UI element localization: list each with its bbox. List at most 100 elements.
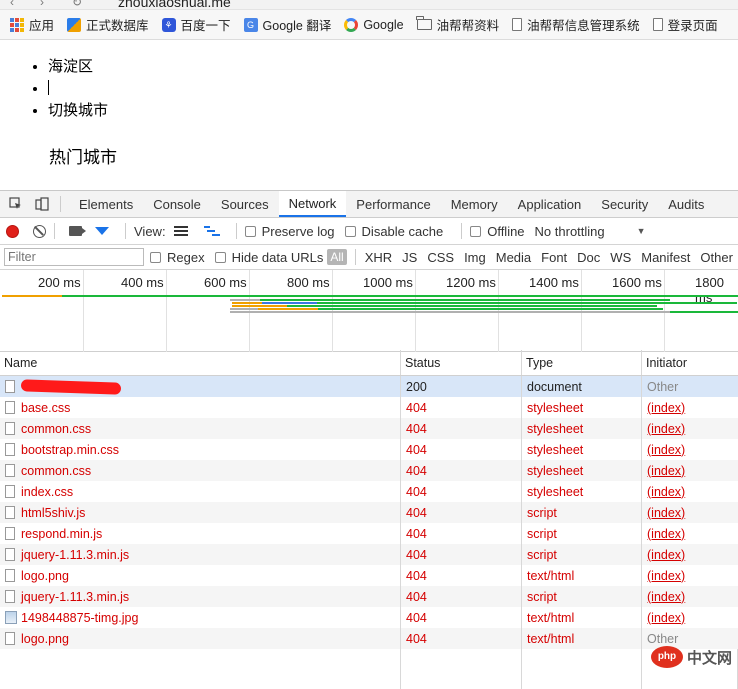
type-filter-img[interactable]: Img	[459, 250, 491, 265]
tick-label: 600 ms	[204, 275, 247, 290]
initiator-link[interactable]: (index)	[647, 548, 685, 562]
table-row[interactable]: 200 document Other	[0, 376, 738, 397]
list-item[interactable]: 海淀区	[48, 56, 108, 78]
table-row[interactable]: jquery-1.11.3.min.js 404 script (index)	[0, 544, 738, 565]
initiator-link[interactable]: (index)	[647, 569, 685, 583]
list-item-caret[interactable]	[48, 78, 108, 100]
initiator-link[interactable]: (index)	[647, 422, 685, 436]
tab-application[interactable]: Application	[508, 191, 592, 217]
initiator-link[interactable]: (index)	[647, 401, 685, 415]
table-row[interactable]: index.css 404 stylesheet (index)	[0, 481, 738, 502]
bookmark-admin-system[interactable]: 油帮帮信息管理系统	[512, 15, 640, 34]
cell-initiator: (index)	[642, 523, 738, 544]
preserve-log-checkbox[interactable]	[244, 225, 256, 237]
initiator-link[interactable]: (index)	[647, 590, 685, 604]
bookmark-google[interactable]: Google	[344, 17, 404, 32]
bookmark-baidu[interactable]: ⚘ 百度一下	[161, 15, 231, 34]
device-toolbar-icon[interactable]	[32, 191, 52, 217]
initiator-link[interactable]: (index)	[647, 506, 685, 520]
district-list: 海淀区 切换城市	[30, 56, 108, 122]
table-row[interactable]: 1498448875-timg.jpg 404 text/html (index)	[0, 607, 738, 628]
switch-city-link[interactable]: 切换城市	[48, 100, 108, 122]
cell-initiator: (index)	[642, 544, 738, 565]
tab-performance[interactable]: Performance	[346, 191, 440, 217]
bookmark-apps[interactable]: 应用	[10, 15, 54, 34]
chevron-down-icon[interactable]: ▼	[637, 226, 646, 236]
tab-network[interactable]: Network	[278, 191, 347, 217]
divider	[54, 223, 55, 239]
waterfall-overview-icon[interactable]	[203, 226, 220, 236]
type-filter-media[interactable]: Media	[491, 250, 536, 265]
bookmark-google-translate[interactable]: G Google 翻译	[243, 15, 332, 34]
initiator-link[interactable]: (index)	[647, 527, 685, 541]
cell-name: index.css	[0, 481, 401, 502]
cell-name: html5shiv.js	[0, 502, 401, 523]
cell-type: stylesheet	[522, 481, 642, 502]
throttling-select[interactable]: No throttling	[535, 224, 605, 239]
type-filter-css[interactable]: CSS	[422, 250, 459, 265]
clear-icon[interactable]	[33, 224, 46, 238]
table-row[interactable]: respond.min.js 404 script (index)	[0, 523, 738, 544]
table-row[interactable]: logo.png 404 text/html (index)	[0, 565, 738, 586]
bookmark-label: Google 翻译	[262, 19, 332, 33]
type-filter-js[interactable]: JS	[397, 250, 422, 265]
table-row[interactable]: logo.png 404 text/html Other	[0, 628, 738, 649]
filter-icon[interactable]	[95, 227, 109, 235]
address-bar[interactable]: zhouxiaoshuai.me	[118, 0, 231, 9]
header-status[interactable]: Status	[401, 350, 522, 375]
tab-audits[interactable]: Audits	[658, 191, 714, 217]
forward-icon[interactable]: ›	[40, 0, 44, 9]
capture-screenshots-icon[interactable]	[69, 226, 86, 236]
tab-console[interactable]: Console	[143, 191, 211, 217]
apps-grid-icon	[10, 17, 24, 32]
record-icon[interactable]	[6, 224, 19, 238]
type-filter-all[interactable]: All	[327, 249, 347, 265]
initiator-link[interactable]: (index)	[647, 443, 685, 457]
filter-input[interactable]	[4, 248, 144, 266]
bookmark-folder-docs[interactable]: 油帮帮资料	[416, 15, 500, 34]
tab-security[interactable]: Security	[591, 191, 658, 217]
initiator-link[interactable]: (index)	[647, 611, 685, 625]
type-filter-ws[interactable]: WS	[605, 250, 636, 265]
regex-checkbox[interactable]	[150, 251, 161, 263]
reload-icon[interactable]: ↻	[72, 0, 82, 9]
type-filter-doc[interactable]: Doc	[572, 250, 605, 265]
request-name: 1498448875-timg.jpg	[21, 610, 139, 625]
hide-data-urls-checkbox[interactable]	[214, 251, 226, 263]
initiator-link[interactable]: (index)	[647, 485, 685, 499]
offline-checkbox[interactable]	[470, 225, 482, 237]
table-row[interactable]: html5shiv.js 404 script (index)	[0, 502, 738, 523]
large-rows-icon[interactable]	[173, 226, 188, 236]
type-filter-xhr[interactable]: XHR	[360, 250, 397, 265]
table-row[interactable]: bootstrap.min.css 404 stylesheet (index)	[0, 439, 738, 460]
disable-cache-checkbox[interactable]	[344, 225, 356, 237]
cell-type: script	[522, 502, 642, 523]
cell-status: 404	[401, 397, 522, 418]
tab-sources[interactable]: Sources	[211, 191, 279, 217]
network-overview[interactable]: 200 ms 400 ms 600 ms 800 ms 1000 ms 1200…	[0, 270, 738, 352]
tab-memory[interactable]: Memory	[441, 191, 508, 217]
bookmark-label: 油帮帮资料	[436, 19, 500, 33]
bookmark-login-page[interactable]: 登录页面	[652, 15, 718, 34]
cell-status: 404	[401, 418, 522, 439]
table-row[interactable]: common.css 404 stylesheet (index)	[0, 460, 738, 481]
cell-initiator: (index)	[642, 502, 738, 523]
type-filter-manifest[interactable]: Manifest	[636, 250, 695, 265]
divider	[461, 223, 463, 239]
inspect-element-icon[interactable]	[6, 191, 26, 217]
tab-elements[interactable]: Elements	[69, 191, 143, 217]
header-type[interactable]: Type	[522, 350, 642, 375]
back-icon[interactable]: ‹	[10, 0, 14, 9]
header-initiator[interactable]: Initiator	[642, 350, 738, 375]
request-name: logo.png	[21, 631, 69, 646]
type-filter-other[interactable]: Other	[695, 250, 738, 265]
initiator-link[interactable]: (index)	[647, 464, 685, 478]
table-row[interactable]: base.css 404 stylesheet (index)	[0, 397, 738, 418]
table-row[interactable]: jquery-1.11.3.min.js 404 script (index)	[0, 586, 738, 607]
table-row[interactable]: common.css 404 stylesheet (index)	[0, 418, 738, 439]
bookmark-prod-db[interactable]: 正式数据库	[67, 15, 149, 34]
type-filter-font[interactable]: Font	[536, 250, 572, 265]
page-icon	[512, 18, 523, 31]
header-name[interactable]: Name	[0, 350, 401, 375]
cell-initiator: Other	[642, 376, 738, 397]
